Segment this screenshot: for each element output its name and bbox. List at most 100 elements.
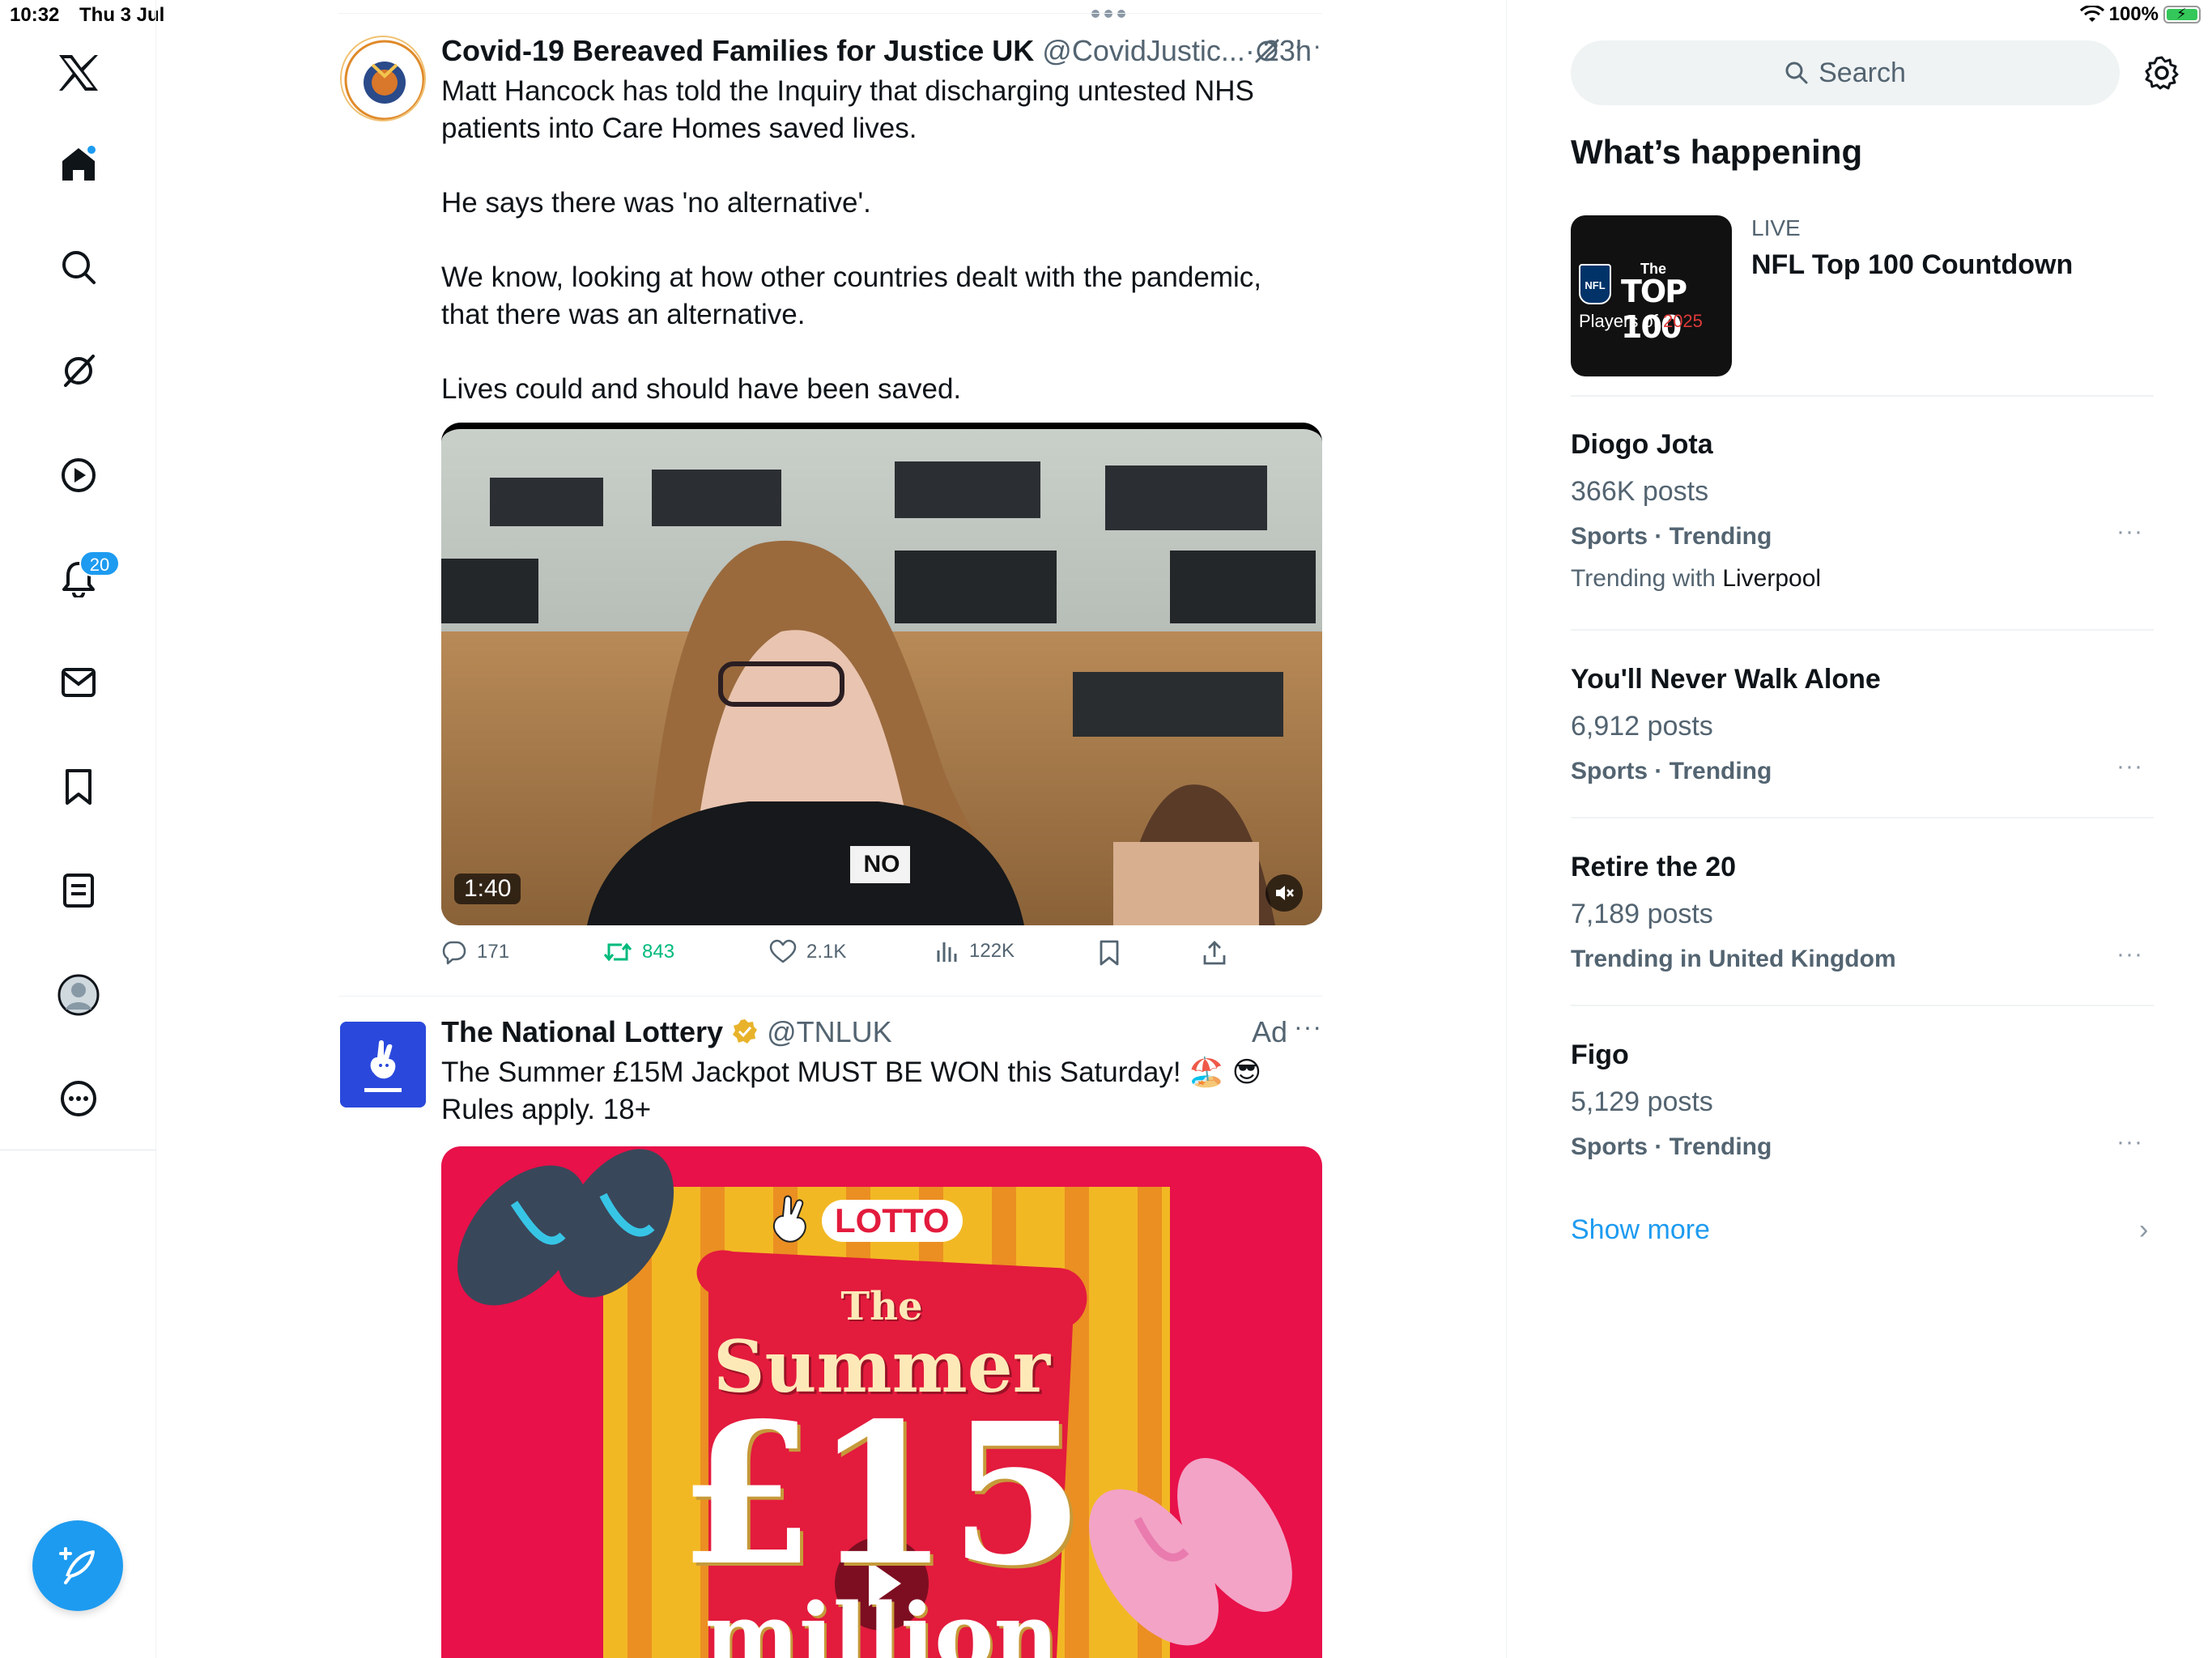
- home-unread-dot: [86, 144, 97, 155]
- tweet1-handle[interactable]: @CovidJustic...: [1042, 34, 1245, 67]
- tweet1-video[interactable]: NO 1:40: [441, 423, 1322, 925]
- thumb-top100: TOP 100: [1621, 274, 1687, 345]
- ad-headline-the: The: [840, 1284, 923, 1329]
- trend-context: Trending with Liverpool: [1571, 565, 1821, 593]
- tweet2-avatar[interactable]: [340, 1022, 426, 1107]
- thumb-year: 2025: [1662, 311, 1703, 331]
- repost-count: 843: [642, 941, 675, 963]
- trend-count: 5,129 posts: [1571, 1086, 1713, 1117]
- search-icon: [1785, 62, 1808, 84]
- play-icon[interactable]: [835, 1537, 929, 1630]
- trend-count: 7,189 posts: [1571, 899, 1713, 929]
- messages-icon[interactable]: [50, 654, 107, 711]
- trend-name[interactable]: You'll Never Walk Alone: [1571, 664, 1881, 695]
- search-input[interactable]: Search: [1571, 40, 2120, 105]
- views-icon: [937, 942, 957, 962]
- reply-button[interactable]: 171: [441, 939, 509, 965]
- trend-category: Sports · Trending: [1571, 523, 1772, 550]
- verified-badge-icon: [731, 1018, 759, 1045]
- trend-name[interactable]: Retire the 20: [1571, 852, 1736, 883]
- live-label: LIVE: [1751, 215, 1801, 240]
- video-icon[interactable]: [50, 447, 107, 504]
- notifications-badge: 20: [79, 551, 120, 576]
- tweet2-text-line: Rules apply. 18+: [441, 1094, 652, 1125]
- show-more-link[interactable]: Show more: [1571, 1214, 1710, 1246]
- tweet2-text: The Summer £15M Jackpot MUST BE WON this…: [441, 1054, 1316, 1129]
- compose-button[interactable]: [32, 1520, 123, 1611]
- drag-handle[interactable]: [1091, 10, 1125, 18]
- trend-divider: [1571, 629, 2154, 631]
- tweet1-avatar[interactable]: [340, 36, 426, 121]
- tweet2-handle[interactable]: @TNLUK: [767, 1015, 892, 1048]
- feed-top-divider: [338, 13, 1322, 14]
- tweet1-author-name[interactable]: Covid-19 Bereaved Families for Justice U…: [441, 34, 1034, 67]
- trend-name[interactable]: Diogo Jota: [1571, 429, 1713, 461]
- reply-icon: [442, 941, 466, 965]
- trend-more-icon[interactable]: ···: [2116, 1129, 2143, 1156]
- trend-category: Trending in United Kingdom: [1571, 946, 1896, 972]
- repost-button[interactable]: 843: [603, 939, 674, 965]
- lotto-brand: LOTTO: [765, 1195, 963, 1247]
- tweet1-paragraph: He says there was 'no alternative'.: [441, 187, 871, 219]
- tweet1-paragraph: We know, looking at how other countries …: [441, 261, 1261, 330]
- thumb-players-of: Players of 2025: [1579, 311, 1703, 332]
- trend-more-icon[interactable]: ···: [2116, 753, 2143, 780]
- search-icon[interactable]: [50, 239, 107, 295]
- lists-icon[interactable]: [50, 862, 107, 919]
- profile-icon[interactable]: [50, 967, 107, 1023]
- trend-more-icon[interactable]: ···: [2116, 518, 2143, 546]
- tweet2-author-name[interactable]: The National Lottery: [441, 1015, 723, 1048]
- lotto-logo-text: LOTTO: [822, 1200, 963, 1242]
- trend-count: 366K posts: [1571, 476, 1709, 507]
- trend-category: Sports · Trending: [1571, 1133, 1772, 1160]
- ad-label: Ad: [1252, 1015, 1288, 1048]
- trend-more-icon[interactable]: ···: [2116, 941, 2143, 968]
- search-placeholder: Search: [1819, 57, 1906, 88]
- video-caption-overlay: NO: [855, 848, 908, 881]
- tweet1-header: Covid-19 Bereaved Families for Justice U…: [441, 34, 1312, 68]
- live-event-title[interactable]: NFL Top 100 Countdown: [1751, 249, 2073, 281]
- notifications-icon[interactable]: 20: [50, 551, 120, 607]
- left-nav: 20: [0, 0, 156, 1658]
- chevron-right-icon[interactable]: ›: [2139, 1214, 2148, 1246]
- views-count: 122K: [969, 940, 1015, 962]
- bookmarks-icon[interactable]: [50, 759, 107, 815]
- bookmark-icon: [1100, 940, 1119, 966]
- trend-category: Sports · Trending: [1571, 758, 1772, 784]
- lucky-fingers-icon: [765, 1195, 814, 1247]
- tweet1-more-icon[interactable]: ···: [1294, 31, 1322, 61]
- trend-divider: [1571, 1005, 2154, 1006]
- thumb-players-text: Players of: [1579, 311, 1658, 331]
- home-icon[interactable]: [50, 136, 107, 193]
- repost-icon: [603, 942, 632, 962]
- x-logo-icon[interactable]: [50, 45, 107, 101]
- mute-icon[interactable]: [1266, 874, 1303, 912]
- compose-icon: [59, 1547, 95, 1584]
- tweet1-paragraph: Lives could and should have been saved.: [441, 373, 962, 405]
- share-icon: [1203, 941, 1226, 965]
- tweet2-ad-video[interactable]: LOTTO The Summer £15 million: [441, 1146, 1322, 1658]
- tweet1-paragraph: Matt Hancock has told the Inquiry that d…: [441, 75, 1254, 144]
- share-button[interactable]: [1202, 939, 1227, 967]
- views-button[interactable]: 122K: [935, 939, 1015, 963]
- tweet2-more-icon[interactable]: ···: [1294, 1012, 1322, 1042]
- trend-with-prefix: Trending with: [1571, 565, 1716, 592]
- trend-name[interactable]: Figo: [1571, 1039, 1629, 1071]
- trend-count: 6,912 posts: [1571, 711, 1713, 742]
- like-count: 2.1K: [806, 941, 847, 963]
- like-icon: [769, 939, 797, 963]
- trend-with-name[interactable]: Liverpool: [1722, 565, 1821, 592]
- live-event-thumbnail[interactable]: NFL The TOP 100 Players of 2025: [1571, 215, 1732, 376]
- trend-divider: [1571, 395, 2154, 397]
- bookmark-button[interactable]: [1098, 939, 1121, 967]
- whats-happening-title: What’s happening: [1571, 133, 1863, 171]
- like-button[interactable]: 2.1K: [769, 939, 846, 965]
- grok-icon[interactable]: [50, 342, 107, 399]
- tweet1-text: Matt Hancock has told the Inquiry that d…: [441, 73, 1316, 408]
- grok-explain-icon[interactable]: [1253, 37, 1281, 65]
- reply-count: 171: [477, 941, 510, 963]
- more-icon[interactable]: [50, 1070, 107, 1127]
- settings-gear-icon[interactable]: [2144, 55, 2180, 91]
- trend-divider: [1571, 817, 2154, 818]
- tweet2-header: The National Lottery @TNLUK: [441, 1015, 892, 1049]
